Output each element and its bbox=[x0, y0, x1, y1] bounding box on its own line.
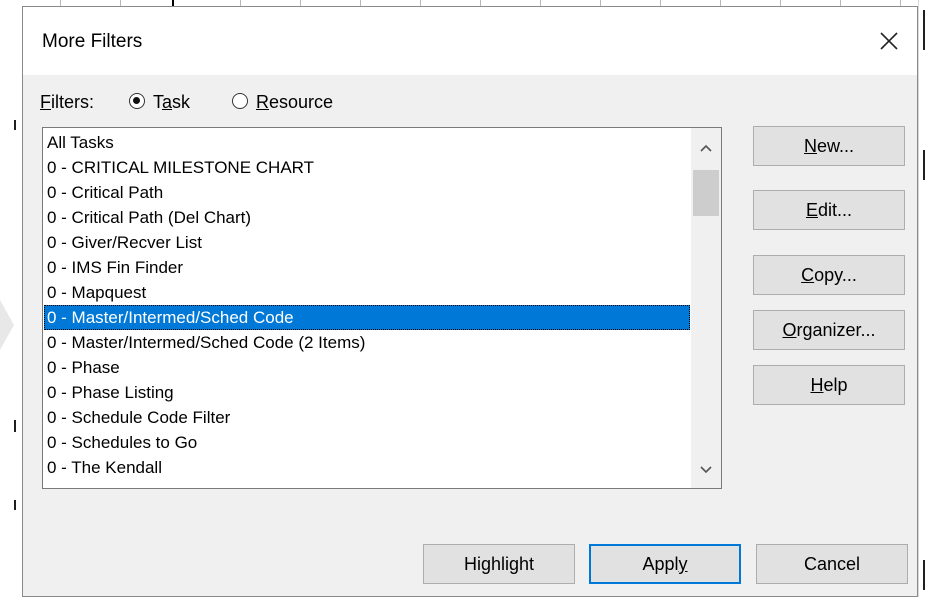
list-item[interactable]: 0 - Phase bbox=[44, 355, 690, 380]
list-item[interactable]: 0 - CRITICAL MILESTONE CHART bbox=[44, 155, 690, 180]
list-item-selected[interactable]: 0 - Master/Intermed/Sched Code bbox=[44, 305, 690, 330]
list-item[interactable]: All Tasks bbox=[44, 130, 690, 155]
list-item[interactable]: 0 - Phase Listing bbox=[44, 380, 690, 405]
list-scrollbar[interactable] bbox=[691, 128, 721, 488]
organizer-button[interactable]: Organizer... bbox=[753, 310, 905, 350]
list-item[interactable]: 0 - Critical Path bbox=[44, 180, 690, 205]
title-bar: More Filters bbox=[23, 7, 917, 75]
highlight-button[interactable]: Highlight bbox=[423, 544, 575, 584]
list-item[interactable]: 0 - Giver/Recver List bbox=[44, 230, 690, 255]
filters-label: Filters: bbox=[40, 92, 95, 112]
more-filters-dialog: More Filters Filters: Task Resource All … bbox=[22, 6, 918, 597]
apply-button[interactable]: Apply bbox=[589, 544, 741, 584]
list-item[interactable]: 0 - Schedule Code Filter bbox=[44, 405, 690, 430]
list-item[interactable]: 0 - Mapquest bbox=[44, 280, 690, 305]
help-button[interactable]: Help bbox=[753, 365, 905, 405]
edit-button[interactable]: Edit... bbox=[753, 190, 905, 230]
resource-radio[interactable]: Resource bbox=[232, 87, 362, 115]
task-radio-label: Task bbox=[153, 92, 191, 112]
background-right-edge bbox=[918, 0, 933, 597]
task-radio[interactable]: Task bbox=[129, 87, 219, 115]
chevron-down-icon[interactable] bbox=[698, 464, 714, 476]
radio-unselected-icon bbox=[232, 93, 248, 109]
background-shadow bbox=[0, 300, 14, 350]
copy-button[interactable]: Copy... bbox=[753, 255, 905, 295]
new-button[interactable]: New... bbox=[753, 126, 905, 166]
close-icon[interactable] bbox=[871, 23, 907, 59]
dialog-title: More Filters bbox=[42, 31, 143, 52]
list-item[interactable]: 0 - The Kendall bbox=[44, 455, 690, 480]
list-item[interactable]: 0 - Critical Path (Del Chart) bbox=[44, 205, 690, 230]
chevron-up-icon[interactable] bbox=[698, 142, 714, 154]
filter-list[interactable]: All Tasks 0 - CRITICAL MILESTONE CHART 0… bbox=[42, 127, 722, 489]
list-item[interactable]: 0 - Master/Intermed/Sched Code (2 Items) bbox=[44, 330, 690, 355]
radio-selected-icon bbox=[129, 93, 145, 109]
list-item[interactable]: 0 - Schedules to Go bbox=[44, 430, 690, 455]
resource-radio-label: Resource bbox=[256, 92, 334, 112]
cancel-button[interactable]: Cancel bbox=[756, 544, 908, 584]
list-item[interactable]: 0 - IMS Fin Finder bbox=[44, 255, 690, 280]
background-left-edge bbox=[0, 0, 22, 597]
scrollbar-thumb[interactable] bbox=[693, 170, 719, 216]
